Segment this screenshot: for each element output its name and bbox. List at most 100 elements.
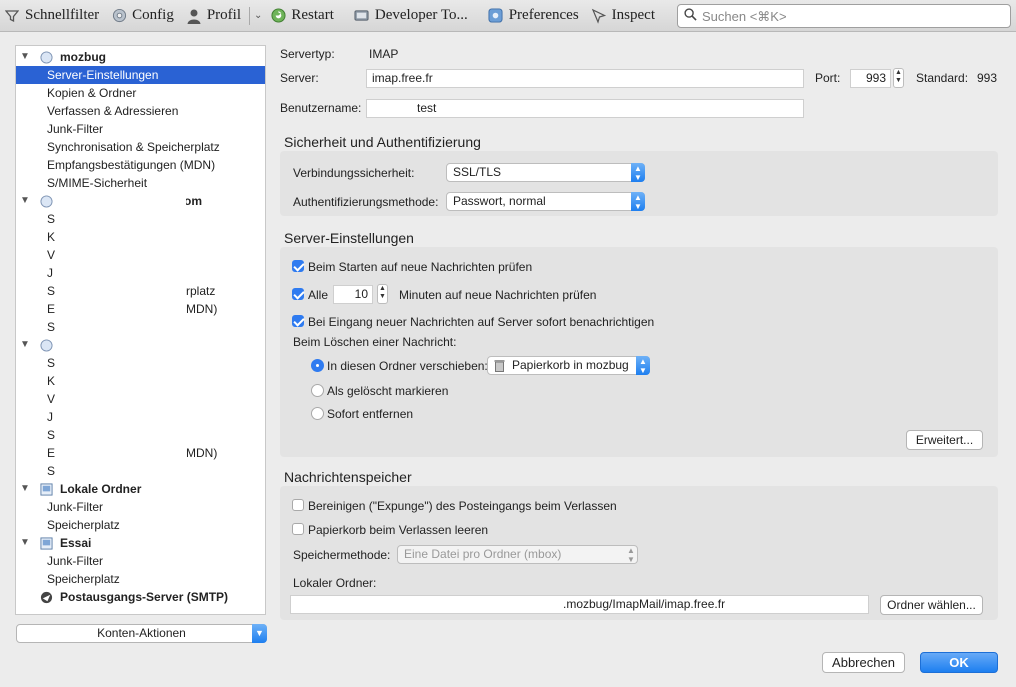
cancel-button[interactable]: Abbrechen [822, 652, 905, 673]
check-every-checkbox[interactable] [292, 288, 304, 300]
storage-method-label: Speichermethode: [293, 548, 391, 562]
expunge-checkbox[interactable] [292, 499, 304, 511]
tree-account-mozbug[interactable]: ▼ mozbug [16, 48, 265, 66]
chevron-down-icon: ⌄ [254, 10, 263, 21]
disclosure-triangle-icon[interactable]: ▼ [20, 480, 30, 498]
toolbar-separator [249, 6, 250, 25]
tree-item-verfassen[interactable]: Verfassen & Adressieren [16, 102, 265, 120]
local-folder-label: Lokaler Ordner: [293, 576, 377, 590]
profil-button[interactable]: Profil [180, 0, 247, 32]
disclosure-triangle-icon[interactable]: ▼ [20, 534, 30, 552]
tree-item-kopien-ordner[interactable]: Kopien & Ordner [16, 84, 265, 102]
preferences-icon [488, 8, 504, 24]
disclosure-triangle-icon[interactable]: ▼ [20, 192, 30, 210]
account-tree[interactable]: ▼ mozbug Server-Einstellungen Kopien & O… [15, 45, 266, 615]
tree-item-junk-filter[interactable]: Junk-Filter [16, 498, 265, 516]
on-delete-label: Beim Löschen einer Nachricht: [293, 335, 457, 349]
storage-method-select[interactable]: Eine Datei pro Ordner (mbox) ▲ ▼ [397, 545, 638, 564]
trash-folder-select[interactable]: Papierkorb in mozbug ▲ ▼ [487, 356, 650, 375]
port-stepper[interactable]: ▲ ▼ [893, 68, 904, 88]
mail-account-icon [40, 51, 53, 64]
tree-item-server-einstellungen[interactable]: Server-Einstellungen [16, 66, 265, 84]
move-to-folder-radio[interactable] [311, 359, 324, 372]
developer-tools-icon [354, 8, 370, 24]
check-every-label: Alle [308, 288, 329, 302]
outgoing-server-icon [40, 591, 53, 604]
updown-arrows-icon: ▲ ▼ [631, 163, 645, 182]
person-icon [186, 8, 202, 24]
username-label: Benutzername: [280, 101, 362, 115]
check-every-suffix: Minuten auf neue Nachrichten prüfen [399, 288, 597, 302]
config-button[interactable]: Config [105, 0, 180, 32]
server-label: Server: [280, 71, 319, 85]
mark-deleted-label: Als gelöscht markieren [327, 384, 449, 398]
trash-icon [494, 360, 505, 372]
tree-item-mdn[interactable]: Empfangsbestätigungen (MDN) [16, 156, 265, 174]
developer-tools-button[interactable]: Developer To... [348, 0, 474, 32]
tree-item-speicherplatz[interactable]: Speicherplatz [16, 516, 265, 534]
gear-icon [111, 8, 127, 24]
tree-item-junk-filter[interactable]: Junk-Filter [16, 120, 265, 138]
tree-item-synchronisation[interactable]: Synchronisation & Speicherplatz [16, 138, 265, 156]
updown-arrows-icon: ▲ ▼ [627, 546, 635, 564]
tree-item-junk-filter[interactable]: Junk-Filter [16, 552, 265, 570]
port-label: Port: [815, 71, 841, 85]
connection-security-label: Verbindungssicherheit: [293, 166, 415, 180]
move-to-folder-label: In diesen Ordner verschieben: [327, 359, 488, 373]
mark-deleted-radio[interactable] [311, 384, 324, 397]
updown-arrows-icon: ▲ ▼ [636, 356, 650, 375]
check-startup-checkbox[interactable] [292, 260, 304, 272]
mail-account-icon [40, 339, 53, 352]
filter-icon [4, 8, 20, 24]
disclosure-triangle-icon[interactable]: ▼ [20, 48, 30, 66]
inspect-icon [591, 8, 607, 24]
disclosure-triangle-icon[interactable]: ▼ [20, 336, 30, 354]
empty-trash-checkbox[interactable] [292, 523, 304, 535]
notify-label: Bei Eingang neuer Nachrichten auf Server… [308, 315, 655, 329]
tree-item-speicherplatz[interactable]: Speicherplatz [16, 570, 265, 588]
search-box[interactable] [677, 4, 1011, 28]
storage-section-title: Nachrichtenspeicher [284, 469, 412, 485]
check-startup-label: Beim Starten auf neue Nachrichten prüfen [308, 260, 533, 274]
tree-item-smime[interactable]: S/MIME-Sicherheit [16, 174, 265, 192]
remove-immediately-label: Sofort entfernen [327, 407, 414, 421]
check-interval-stepper[interactable]: ▲ ▼ [377, 284, 388, 304]
advanced-button[interactable]: Erweitert... [906, 430, 983, 450]
account-actions-button[interactable]: Konten-Aktionen ▼ [16, 624, 267, 643]
servertyp-label: Servertyp: [280, 47, 335, 61]
chevron-down-icon: ▼ [252, 624, 267, 643]
standard-label: Standard: [916, 71, 969, 85]
remove-immediately-radio[interactable] [311, 407, 324, 420]
search-input[interactable] [702, 8, 1002, 24]
tree-account-essai[interactable]: ▼ Essai [16, 534, 265, 552]
profil-dropdown[interactable]: ⌄ [252, 0, 264, 32]
tree-item-smtp[interactable]: Postausgangs-Server (SMTP) [16, 588, 265, 606]
restart-button[interactable]: Restart [264, 0, 340, 32]
local-folders-icon [40, 537, 53, 550]
servertyp-value: IMAP [369, 47, 399, 61]
local-folders-icon [40, 483, 53, 496]
mail-account-icon [40, 195, 53, 208]
check-interval-input[interactable]: 10 [333, 285, 373, 304]
search-icon [684, 8, 697, 24]
notify-checkbox[interactable] [292, 315, 304, 327]
inspect-button[interactable]: Inspect [585, 0, 661, 32]
tree-account-lokale-ordner[interactable]: ▼ Lokale Ordner [16, 480, 265, 498]
server-input[interactable]: imap.free.fr [366, 69, 804, 88]
choose-folder-button[interactable]: Ordner wählen... [880, 595, 983, 615]
port-input[interactable]: 993 [850, 69, 891, 88]
empty-trash-label: Papierkorb beim Verlassen leeren [308, 523, 489, 537]
schnellfilter-button[interactable]: Schnellfilter [0, 0, 105, 32]
updown-arrows-icon: ▲ ▼ [631, 192, 645, 211]
username-input[interactable]: test [366, 99, 804, 118]
connection-security-select[interactable]: SSL/TLS ▲ ▼ [446, 163, 645, 182]
auth-method-label: Authentifizierungsmethode: [293, 195, 439, 209]
restart-icon [270, 8, 286, 24]
expunge-label: Bereinigen ("Expunge") des Posteingangs … [308, 499, 617, 513]
server-settings-group [280, 247, 998, 457]
local-folder-input[interactable]: .mozbug/ImapMail/imap.free.fr [290, 595, 869, 614]
preferences-button[interactable]: Preferences [482, 0, 585, 32]
standard-value: 993 [977, 71, 998, 85]
ok-button[interactable]: OK [920, 652, 998, 673]
auth-method-select[interactable]: Passwort, normal ▲ ▼ [446, 192, 645, 211]
